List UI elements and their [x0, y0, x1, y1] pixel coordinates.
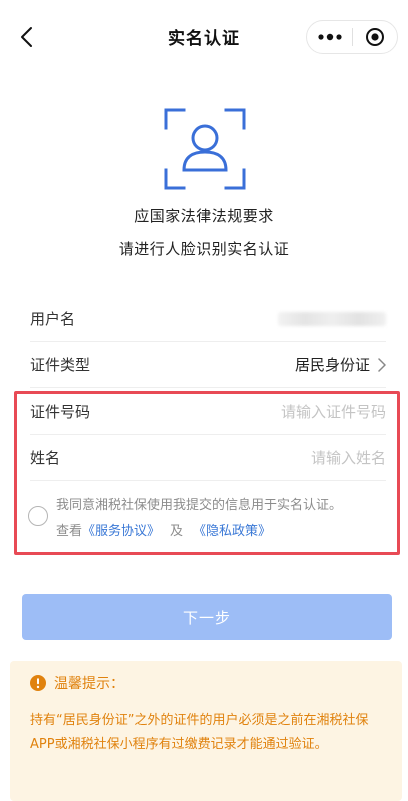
mini-program-capsule [306, 20, 398, 54]
nav-bar: 实名认证 [0, 0, 408, 76]
chevron-right-icon [378, 357, 386, 372]
page: 实名认证 应国家法律法规要求 请进行人脸识别实名认证 用户名 证件类型 居民身份… [0, 0, 408, 801]
face-scan-icon [164, 108, 246, 190]
username-value-obscured [278, 311, 386, 326]
tip-title: 温馨提示： [54, 676, 124, 692]
more-button[interactable] [307, 20, 352, 54]
close-button[interactable] [353, 20, 397, 54]
hero-line-1: 应国家法律法规要求 [134, 207, 274, 225]
username-row: 用户名 [30, 296, 386, 342]
next-button[interactable]: 下一步 [22, 594, 392, 640]
more-dots-icon [317, 33, 342, 41]
hero-line-2: 请进行人脸识别实名认证 [118, 240, 290, 258]
username-label: 用户名 [30, 310, 76, 328]
highlight-box [14, 391, 400, 555]
tip-body: 持有“居民身份证”之外的证件的用户必须是之前在湘税社保APP或湘税社保小程序有过… [30, 713, 369, 752]
id-type-label: 证件类型 [30, 356, 91, 374]
id-type-row[interactable]: 证件类型 居民身份证 [30, 342, 386, 388]
target-close-icon [365, 28, 384, 46]
id-type-value: 居民身份证 [294, 356, 370, 374]
info-icon [30, 675, 46, 691]
id-type-selector[interactable]: 居民身份证 [295, 354, 386, 375]
tip-panel: 温馨提示： 持有“居民身份证”之外的证件的用户必须是之前在湘税社保APP或湘税社… [10, 661, 402, 801]
tip-header: 温馨提示： [30, 673, 124, 693]
